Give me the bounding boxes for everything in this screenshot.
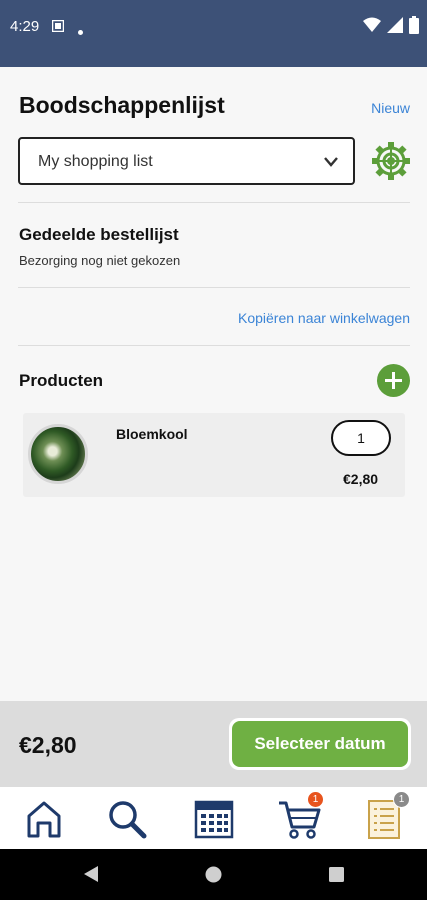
- product-row[interactable]: Bloemkool 1 €2,80: [23, 413, 405, 497]
- divider: [18, 202, 410, 203]
- plus-icon: [385, 372, 402, 389]
- calendar-icon: [194, 800, 234, 839]
- tab-cart[interactable]: 1: [278, 791, 324, 841]
- select-date-button[interactable]: Selecteer datum: [229, 718, 411, 770]
- recents-icon[interactable]: [329, 867, 344, 887]
- products-title: Producten: [19, 371, 104, 390]
- battery-icon: [409, 16, 419, 39]
- shopping-list-screen: Boodschappenlijst Nieuw My shopping list: [0, 67, 427, 701]
- quantity-field[interactable]: 1: [331, 420, 391, 456]
- select-date-label: Selecteer datum: [232, 721, 408, 767]
- tab-list[interactable]: 1: [362, 791, 410, 841]
- wifi-icon: [363, 17, 381, 38]
- divider: [18, 287, 410, 288]
- product-price: €2,80: [343, 471, 379, 487]
- gear-icon[interactable]: [370, 140, 412, 187]
- tab-home[interactable]: [22, 797, 66, 841]
- list-badge: 1: [393, 791, 410, 808]
- chevron-down-icon: [323, 155, 339, 173]
- list-select[interactable]: My shopping list: [18, 137, 355, 185]
- new-list-link[interactable]: Nieuw: [371, 100, 410, 116]
- product-image: [28, 424, 88, 484]
- shared-list-title: Gedeelde bestellijst: [19, 225, 179, 244]
- tab-bar: 1 1: [0, 787, 427, 849]
- total-price: €2,80: [19, 732, 77, 758]
- status-bar: 4:29: [0, 0, 427, 67]
- system-nav-bar: [0, 849, 427, 900]
- cart-badge: 1: [307, 791, 324, 808]
- notification-icon: [51, 19, 65, 37]
- search-icon: [109, 801, 147, 839]
- list-select-value: My shopping list: [38, 153, 153, 170]
- home-icon: [27, 801, 61, 838]
- signal-icon: [387, 17, 403, 38]
- page-title: Boodschappenlijst: [19, 92, 225, 118]
- add-product-button[interactable]: [377, 364, 410, 397]
- status-time: 4:29: [10, 18, 40, 35]
- product-name: Bloemkool: [116, 426, 188, 442]
- copy-to-cart-link[interactable]: Kopiëren naar winkelwagen: [238, 310, 410, 326]
- divider: [18, 345, 410, 346]
- tab-calendar[interactable]: [192, 797, 236, 841]
- delivery-status: Bezorging nog niet gekozen: [19, 253, 181, 268]
- home-circle-icon[interactable]: [205, 866, 222, 888]
- checkout-footer: €2,80 Selecteer datum: [0, 701, 427, 787]
- dot-icon: [78, 22, 83, 40]
- back-icon[interactable]: [83, 865, 99, 888]
- tab-search[interactable]: [105, 797, 149, 841]
